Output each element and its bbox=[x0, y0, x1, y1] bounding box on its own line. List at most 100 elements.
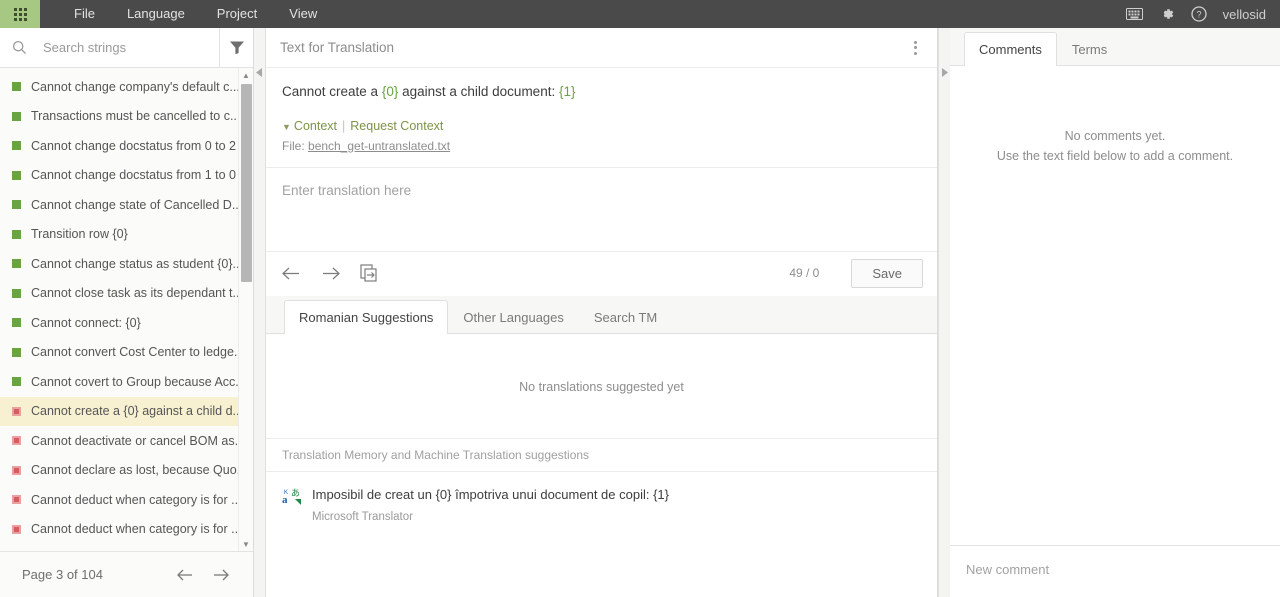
context-separator: | bbox=[342, 118, 346, 133]
source-text-fragment: against a child document: bbox=[398, 84, 559, 99]
string-list-item[interactable]: Cannot convert Cost Center to ledge... bbox=[0, 338, 253, 368]
svg-text:?: ? bbox=[1196, 10, 1201, 20]
keyboard-icon[interactable] bbox=[1125, 8, 1143, 20]
source-placeholder: {1} bbox=[558, 84, 576, 99]
source-text: Cannot create a {0} against a child docu… bbox=[282, 82, 921, 102]
tab-search-tm[interactable]: Search TM bbox=[579, 300, 672, 334]
context-link[interactable]: Context bbox=[294, 119, 337, 133]
status-translated-icon bbox=[12, 377, 21, 387]
copy-source-icon[interactable] bbox=[360, 264, 379, 282]
menu-item-view[interactable]: View bbox=[273, 0, 333, 28]
string-list-item-label: Cannot covert to Group because Acc... bbox=[31, 374, 246, 389]
string-list-item-label: Cannot create a {0} against a child d... bbox=[31, 404, 243, 419]
comments-panel: Comments Terms No comments yet. Use the … bbox=[950, 28, 1280, 597]
string-list-item[interactable]: Cannot declare as lost, because Quo... bbox=[0, 456, 253, 486]
string-list-item[interactable]: Cannot deactivate or cancel BOM as... bbox=[0, 426, 253, 456]
suggestion-body: Imposibil de creat un {0} împotriva unui… bbox=[312, 486, 669, 523]
translator-icon: a K あ bbox=[282, 486, 312, 523]
tab-terms[interactable]: Terms bbox=[1057, 32, 1122, 66]
menu-item-project[interactable]: Project bbox=[201, 0, 273, 28]
string-list-item[interactable]: Cannot change docstatus from 1 to 0 bbox=[0, 161, 253, 191]
strings-list-scrollbar[interactable]: ▲ ▼ bbox=[238, 68, 253, 551]
tm-section-label: Translation Memory and Machine Translati… bbox=[266, 437, 937, 472]
string-list-item-label: Cannot change company's default c... bbox=[31, 79, 240, 94]
string-list-item-label: Cannot change state of Cancelled D... bbox=[31, 197, 243, 212]
search-row bbox=[0, 28, 253, 68]
string-list-item[interactable]: Cannot covert to Group because Acc... bbox=[0, 367, 253, 397]
machine-translation-suggestion[interactable]: a K あ Imposibil de creat un {0} împotriv… bbox=[266, 471, 937, 537]
translation-input[interactable] bbox=[266, 167, 937, 246]
save-button[interactable]: Save bbox=[851, 258, 923, 288]
suggestion-tabs: Romanian Suggestions Other Languages Sea… bbox=[266, 295, 937, 334]
string-list-item-label: Cannot close task as its dependant t... bbox=[31, 286, 243, 301]
string-list-item[interactable]: Cannot change docstatus from 0 to 2 bbox=[0, 131, 253, 161]
status-translated-icon bbox=[12, 259, 21, 269]
scroll-down-icon[interactable]: ▼ bbox=[239, 537, 253, 551]
editor-header: Text for Translation bbox=[266, 28, 937, 68]
next-string-button[interactable] bbox=[320, 266, 342, 281]
string-list-item-label: Cannot convert Cost Center to ledge... bbox=[31, 345, 245, 360]
prev-page-button[interactable] bbox=[175, 568, 195, 582]
suggestion-source: Microsoft Translator bbox=[312, 510, 413, 523]
strings-list[interactable]: Cannot change company's default c... Tran… bbox=[0, 68, 253, 551]
status-untranslated-icon bbox=[12, 495, 21, 505]
help-icon[interactable]: ? bbox=[1190, 6, 1207, 22]
file-link[interactable]: bench_get-untranslated.txt bbox=[308, 139, 450, 153]
status-translated-icon bbox=[12, 347, 21, 357]
status-translated-icon bbox=[12, 229, 21, 239]
string-list-item-label: Transactions must be cancelled to c... bbox=[31, 109, 241, 124]
more-options-icon[interactable] bbox=[908, 35, 923, 61]
string-list-item[interactable]: Cannot deduct when category is for ... bbox=[0, 485, 253, 515]
string-list-item[interactable]: Cannot deduct when category is for ... bbox=[0, 515, 253, 545]
previous-string-button[interactable] bbox=[280, 266, 302, 281]
tab-comments[interactable]: Comments bbox=[964, 32, 1057, 66]
grid-glyph bbox=[13, 7, 27, 21]
string-list-item[interactable]: Cannot close task as its dependant t... bbox=[0, 279, 253, 309]
status-translated-icon bbox=[12, 170, 21, 180]
page-title: Text for Translation bbox=[280, 40, 395, 55]
pagination-bar: Page 3 of 104 bbox=[0, 551, 253, 597]
comments-empty-line-2: Use the text field below to add a commen… bbox=[996, 149, 1234, 163]
caret-down-icon[interactable]: ▼ bbox=[282, 122, 291, 132]
status-translated-icon bbox=[12, 318, 21, 328]
menu-item-file[interactable]: File bbox=[58, 0, 111, 28]
string-list-item[interactable]: Cannot change status as student {0}... bbox=[0, 249, 253, 279]
gear-icon[interactable] bbox=[1159, 6, 1175, 22]
status-translated-icon bbox=[12, 111, 21, 121]
status-untranslated-icon bbox=[12, 465, 21, 475]
scroll-up-icon[interactable]: ▲ bbox=[239, 68, 253, 82]
next-page-button[interactable] bbox=[211, 568, 231, 582]
menu-item-language[interactable]: Language bbox=[111, 0, 201, 28]
status-untranslated-icon bbox=[12, 524, 21, 534]
translation-editor-panel: Text for Translation Cannot create a {0}… bbox=[266, 28, 938, 597]
search-input[interactable] bbox=[35, 40, 219, 55]
tab-romanian-suggestions[interactable]: Romanian Suggestions bbox=[284, 299, 449, 334]
filter-funnel-icon[interactable] bbox=[219, 28, 253, 67]
new-comment-input[interactable] bbox=[950, 546, 1280, 597]
strings-list-inner: Cannot change company's default c... Tran… bbox=[0, 68, 253, 544]
string-list-item[interactable]: Transition row {0} bbox=[0, 220, 253, 250]
string-list-item[interactable]: Cannot connect: {0} bbox=[0, 308, 253, 338]
comments-empty-state: No comments yet. Use the text field belo… bbox=[950, 66, 1280, 545]
status-translated-icon bbox=[12, 200, 21, 210]
username-label[interactable]: vellosid bbox=[1223, 7, 1266, 22]
collapse-right-icon[interactable] bbox=[938, 28, 950, 597]
request-context-link[interactable]: Request Context bbox=[350, 119, 443, 133]
app-grid-icon[interactable] bbox=[0, 0, 40, 28]
string-list-item-label: Cannot change docstatus from 1 to 0 bbox=[31, 168, 236, 183]
workspace: Cannot change company's default c... Tran… bbox=[0, 28, 1280, 597]
string-list-item[interactable]: Cannot change state of Cancelled D... bbox=[0, 190, 253, 220]
source-text-fragment: Cannot create a bbox=[282, 84, 382, 99]
string-list-item[interactable]: Cannot create a {0} against a child d... bbox=[0, 396, 253, 426]
status-translated-icon bbox=[12, 288, 21, 298]
source-text-block: Cannot create a {0} against a child docu… bbox=[266, 68, 937, 167]
scrollbar-thumb[interactable] bbox=[241, 84, 252, 282]
collapse-left-icon[interactable] bbox=[254, 28, 266, 597]
string-list-item[interactable]: Transactions must be cancelled to c... bbox=[0, 102, 253, 132]
tab-other-languages[interactable]: Other Languages bbox=[448, 300, 578, 334]
file-prefix-label: File: bbox=[282, 138, 305, 153]
string-list-item-label: Cannot deactivate or cancel BOM as... bbox=[31, 433, 245, 448]
translation-editor: 49 / 0 Save bbox=[266, 166, 937, 295]
string-list-item-label: Cannot change status as student {0}... bbox=[31, 256, 243, 271]
string-list-item[interactable]: Cannot change company's default c... bbox=[0, 72, 253, 102]
